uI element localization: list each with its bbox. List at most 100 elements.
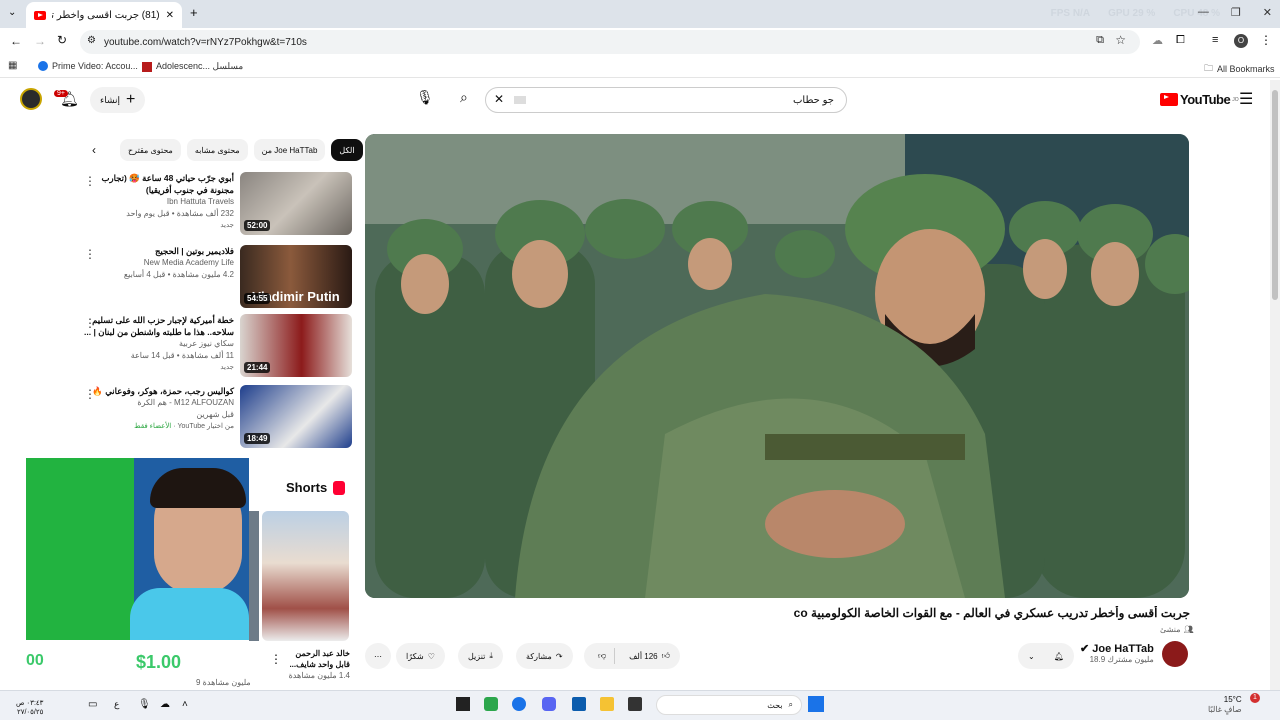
rec-channel[interactable]: New Media Academy Life	[84, 257, 234, 269]
store-icon[interactable]	[572, 697, 586, 711]
chrome-icon[interactable]	[512, 697, 526, 711]
chip-all[interactable]: الكل	[331, 139, 363, 161]
bookmark-prime[interactable]: Prime Video: Accou...	[38, 61, 138, 71]
channel-info[interactable]: ✔ Joe HaTTab 18.9 مليون مشترك	[1080, 642, 1154, 664]
share-button[interactable]: ↷ مشاركة	[516, 643, 573, 669]
all-bookmarks[interactable]: 🗀 All Bookmarks	[1204, 61, 1275, 77]
scrollbar-thumb[interactable]	[1272, 90, 1278, 300]
rec-channel[interactable]: M12 ALFOUZAN - هم الكرة	[84, 397, 234, 409]
language-indicator[interactable]: ع	[114, 699, 119, 710]
webcam-overlay	[26, 458, 249, 640]
clock-date: ٢٧/٠٥/٢٥	[16, 709, 44, 716]
video-player[interactable]	[365, 134, 1189, 598]
taskbar-app-icon[interactable]	[484, 697, 498, 711]
page-scrollbar[interactable]	[1270, 80, 1280, 690]
rec-title[interactable]: أبوي جرّب حياتي 48 ساعة 🥵 (تجارب مجنونة …	[84, 172, 234, 196]
rec-badge: من اختيار YouTube	[177, 423, 235, 430]
thanks-button[interactable]: ♡ شكرًا	[396, 643, 445, 669]
taskbar-app-icon[interactable]	[456, 697, 470, 711]
taskbar-app-icon[interactable]	[628, 697, 642, 711]
download-button[interactable]: ⤓ تنزيل	[458, 643, 503, 669]
all-bookmarks-label: All Bookmarks	[1217, 64, 1275, 74]
apps-grid-icon[interactable]: ▦	[8, 60, 17, 71]
kebab-icon[interactable]: ⋮	[270, 652, 282, 666]
rec-item[interactable]: ⋮ فلاديمير بوتين | الحجيج New Media Acad…	[80, 245, 352, 309]
dislike-button[interactable]: 👎︎	[590, 648, 616, 664]
rec-item[interactable]: ⋮ كواليس رجب، حمزة، هوكر، وفوعاني 🔥 M12 …	[80, 385, 352, 449]
create-button[interactable]: إنشاء +	[90, 87, 146, 113]
active-tab[interactable]: (81) جربت أقسى وأخطر تدري... ✕	[26, 2, 182, 28]
rec-channel[interactable]: سكاي نيوز عربية	[84, 338, 234, 350]
rec-channel[interactable]: Ibn Hattuta Travels	[84, 196, 234, 208]
logo-text: YouTube	[1180, 92, 1231, 107]
member-chip[interactable]: منشئ 👥︎	[1160, 625, 1194, 634]
tray-chevron-icon[interactable]: ˄	[182, 699, 188, 710]
mic-tray-icon[interactable]: 🎙︎	[138, 699, 151, 710]
channel-avatar[interactable]	[1162, 641, 1188, 667]
duration-badge: 54:55	[244, 293, 271, 304]
chip-related[interactable]: محتوى مشابه	[186, 139, 248, 161]
chip-suggested[interactable]: محتوى مقترح	[120, 139, 181, 161]
site-info-icon[interactable]: ⚙	[87, 35, 96, 46]
shorts-header: Shorts	[286, 480, 346, 495]
start-windows-icon[interactable]	[808, 696, 824, 712]
rec-thumbnail[interactable]: 18:49	[240, 385, 352, 448]
weather-widget[interactable]: 15°C صافٍ غالبًا	[1208, 695, 1242, 715]
restore-button[interactable]: ❐	[1231, 6, 1241, 19]
discord-icon[interactable]	[542, 697, 556, 711]
rec-title[interactable]: فلاديمير بوتين | الحجيج	[84, 245, 234, 257]
rec-thumbnail[interactable]: 21:44	[240, 314, 352, 377]
prime-video-icon	[38, 61, 48, 71]
rec-thumbnail[interactable]: 52:00	[240, 172, 352, 235]
bookmark-star-icon[interactable]: ☆	[1115, 33, 1126, 47]
account-avatar[interactable]	[20, 88, 42, 110]
short-thumbnail-partial[interactable]	[249, 511, 259, 641]
search-icon[interactable]: ⌕	[460, 89, 468, 106]
new-tab-button[interactable]: +	[190, 5, 198, 20]
short-views: 9 مليون مشاهدة	[196, 678, 251, 687]
short-info[interactable]: خالد عبد الرحمن قابل واحد شايف... 1.4 مل…	[286, 648, 350, 681]
extensions-puzzle-icon[interactable]: ⧠	[1176, 34, 1185, 47]
close-tab-icon[interactable]: ✕	[166, 10, 174, 21]
close-window-button[interactable]: ✕	[1263, 6, 1272, 19]
battery-icon[interactable]: ▭	[88, 699, 97, 710]
forward-icon[interactable]: →	[34, 34, 46, 48]
rec-title[interactable]: كواليس رجب، حمزة، هوكر، وفوعاني 🔥	[84, 385, 234, 397]
voice-search-icon[interactable]: 🎙︎	[416, 89, 434, 106]
rec-thumbnail[interactable]: Vladimir Putin 54:55	[240, 245, 352, 308]
profile-avatar[interactable]: O	[1234, 34, 1248, 48]
chip-from-channel[interactable]: من Joe HaTTab	[253, 139, 326, 161]
rec-item[interactable]: ⋮ خطة أميركية لإجبار حزب الله على تسليم …	[80, 314, 352, 378]
reading-list-icon[interactable]: ≡	[1212, 34, 1218, 46]
more-actions-button[interactable]: ⋯	[365, 643, 391, 669]
file-explorer-icon[interactable]	[600, 697, 614, 711]
notification-count: 9+	[54, 90, 68, 97]
subscribe-bell-button[interactable]: 🔔︎ ⌄	[1018, 643, 1074, 669]
search-input[interactable]: ✕ جو حطاب	[485, 87, 847, 113]
rec-title[interactable]: خطة أميركية لإجبار حزب الله على تسليم سل…	[84, 314, 234, 338]
address-bar[interactable]: ⚙ youtube.com/watch?v=rNYz7Pokhgw&t=710s…	[80, 30, 1140, 54]
keyboard-icon[interactable]	[514, 96, 526, 104]
tab-search-icon[interactable]: ⌄	[8, 7, 16, 18]
verified-icon: ✔	[1080, 643, 1090, 655]
more-horiz-icon: ⋯	[374, 651, 382, 661]
bookmark-site-icon	[142, 61, 152, 72]
clear-search-icon[interactable]: ✕	[494, 92, 504, 106]
menu-kebab-icon[interactable]: ⋮	[1260, 33, 1272, 47]
clock[interactable]: ٠٣:٤٣ ص ٢٧/٠٥/٢٥	[16, 699, 43, 717]
fps-stat: FPS N/A	[1050, 8, 1091, 19]
extension-icon[interactable]: ☁	[1152, 34, 1163, 47]
youtube-logo[interactable]: YouTube JO	[1160, 92, 1239, 107]
reload-icon[interactable]: ↻	[57, 33, 67, 47]
install-icon[interactable]: ⧉	[1096, 34, 1104, 47]
hamburger-menu-icon[interactable]: ☰	[1239, 89, 1253, 109]
like-button[interactable]: 👍︎ 126 ألف	[619, 643, 680, 669]
chips-prev-icon[interactable]: ‹	[92, 143, 96, 157]
taskbar-search[interactable]: بحث ⌕	[656, 695, 802, 715]
network-icon[interactable]: ☁	[160, 699, 170, 710]
minimize-button[interactable]: —	[1198, 6, 1209, 19]
short-thumbnail[interactable]	[262, 511, 349, 641]
bookmark-adolescence[interactable]: Adolescenc... مسلسل	[142, 61, 243, 72]
back-icon[interactable]: ←	[10, 34, 22, 48]
rec-item[interactable]: ⋮ أبوي جرّب حياتي 48 ساعة 🥵 (تجارب مجنون…	[80, 172, 352, 236]
